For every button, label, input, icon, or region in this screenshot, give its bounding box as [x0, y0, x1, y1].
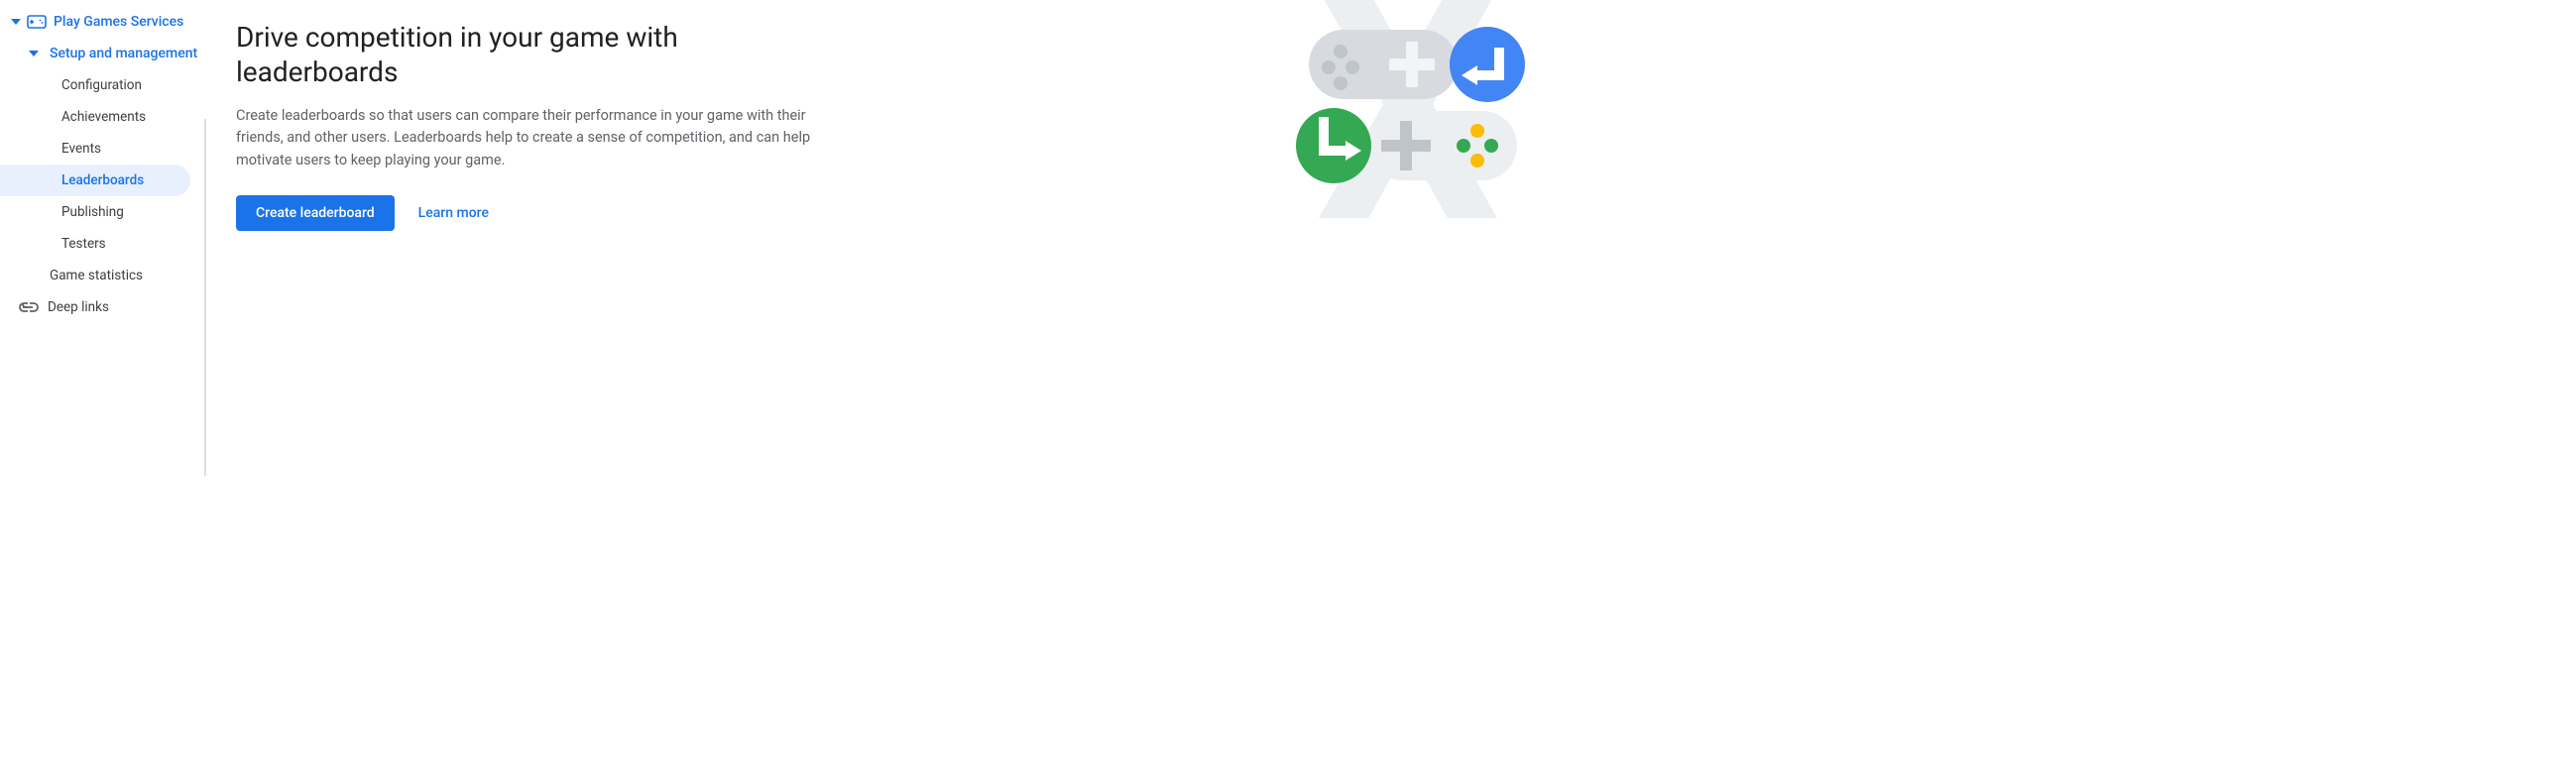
sidebar-item-label: Achievements: [61, 109, 146, 125]
link-icon: [18, 302, 40, 312]
sidebar: Play Games Services Setup and management…: [0, 0, 198, 476]
sidebar-item-label: Publishing: [61, 204, 124, 220]
sidebar-item-events[interactable]: Events: [0, 133, 190, 165]
sidebar-item-game-statistics[interactable]: Game statistics: [0, 260, 198, 291]
sidebar-section-label: Play Games Services: [54, 14, 183, 30]
sidebar-item-testers[interactable]: Testers: [0, 228, 190, 260]
sidebar-item-deep-links[interactable]: Deep links: [0, 291, 198, 323]
sidebar-section-play-games-services[interactable]: Play Games Services: [0, 6, 198, 38]
sidebar-subsection-setup-management[interactable]: Setup and management: [0, 38, 198, 69]
create-leaderboard-button[interactable]: Create leaderboard: [236, 195, 395, 231]
caret-down-icon: [26, 51, 42, 56]
page-heading: Drive competition in your game with lead…: [236, 20, 831, 89]
sidebar-item-configuration[interactable]: Configuration: [0, 69, 190, 101]
gamepad-icon: [26, 15, 48, 29]
sidebar-item-label: Testers: [61, 236, 106, 252]
sidebar-subsection-label: Setup and management: [50, 46, 197, 61]
sidebar-item-label: Events: [61, 141, 101, 157]
sidebar-item-label: Deep links: [48, 299, 109, 315]
sidebar-item-leaderboards[interactable]: Leaderboards: [0, 165, 190, 196]
sidebar-item-label: Game statistics: [50, 268, 143, 283]
sidebar-item-publishing[interactable]: Publishing: [0, 196, 190, 228]
illustration-gamepads: [1279, 0, 1537, 248]
main-content: Drive competition in your game with lead…: [204, 0, 1547, 476]
page-description: Create leaderboards so that users can co…: [236, 105, 831, 171]
caret-down-icon: [8, 19, 24, 25]
sidebar-item-label: Leaderboards: [61, 172, 144, 188]
action-row: Create leaderboard Learn more: [236, 195, 831, 231]
sidebar-item-label: Configuration: [61, 77, 142, 93]
learn-more-link[interactable]: Learn more: [418, 205, 489, 221]
sidebar-item-achievements[interactable]: Achievements: [0, 101, 190, 133]
